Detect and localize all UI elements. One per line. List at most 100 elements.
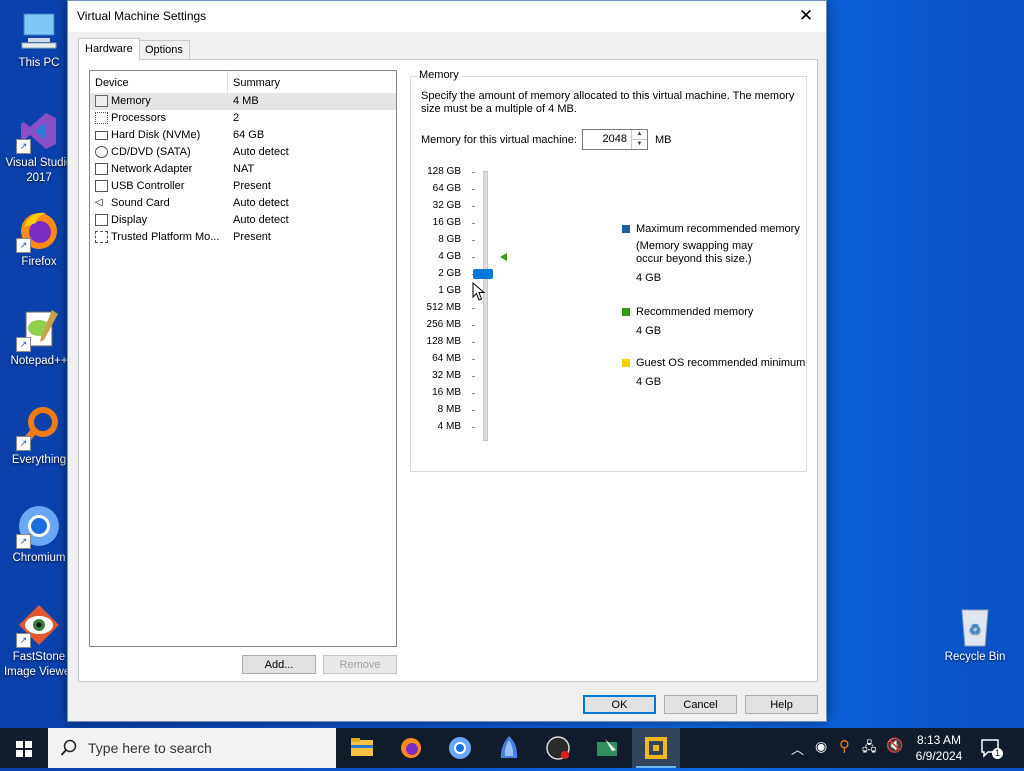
taskbar-visual-studio[interactable] [485,728,533,768]
memory-scale-tick [472,359,475,360]
tab-hardware[interactable]: Hardware [78,38,140,60]
taskbar-notepad[interactable] [583,728,631,768]
memory-scale-label: 8 GB [438,234,461,245]
device-row-sound-card[interactable]: ◁ Sound Card Auto detect [90,195,396,212]
legend-title: Recommended memory [636,306,754,318]
notification-count-badge: 1 [992,748,1003,759]
device-summary: NAT [233,163,255,175]
help-button[interactable]: Help [745,695,818,714]
firefox-icon: ↗ [16,207,62,253]
device-name: Trusted Platform Mo... [111,231,220,243]
file-explorer-icon [351,738,373,756]
notepad-icon [597,739,617,756]
visual-studio-icon [500,736,518,758]
taskbar-file-explorer[interactable] [338,728,386,768]
memory-input[interactable]: 2048 [603,133,627,145]
memory-field-label: Memory for this virtual machine: [421,134,577,146]
notepadpp-icon: ↗ [16,306,62,352]
memory-scale-tick [472,325,475,326]
device-name: Hard Disk (NVMe) [111,129,201,141]
vm-settings-window: Virtual Machine Settings ✕ Hardware Opti… [67,0,827,722]
memory-scale-label: 2 GB [438,268,461,279]
memory-scale-tick [472,308,475,309]
taskbar-clock[interactable]: 8:13 AM 6/9/2024 [908,732,970,764]
legend-color-swatch [622,225,630,233]
system-tray: ︿ ◉ ⚲ 🖧 🔇 [786,728,904,768]
action-center-button[interactable]: 1 [978,736,1008,760]
legend-color-swatch [622,359,630,367]
memory-scale-label: 512 MB [426,302,461,313]
spin-up-icon[interactable]: ▲ [631,130,647,140]
everything-tray-icon[interactable]: ⚲ [839,737,850,755]
taskbar-firefox[interactable] [387,728,435,768]
taskbar-search[interactable]: Type here to search [48,728,336,768]
mouse-cursor-icon [472,282,486,301]
memory-scale-label: 128 GB [427,166,461,177]
device-row-cd-dvd[interactable]: CD/DVD (SATA) Auto detect [90,144,396,161]
memory-group: Memory Specify the amount of memory allo… [410,69,807,472]
device-list[interactable]: Device Summary Memory 4 MB Processors 2 … [89,70,397,647]
remove-device-button[interactable]: Remove [323,655,397,674]
ok-button[interactable]: OK [583,695,656,714]
column-header-summary[interactable]: Summary [233,77,280,89]
memory-scale-label: 4 MB [437,421,461,432]
chromium-icon [449,737,471,759]
tab-options[interactable]: Options [138,40,190,59]
column-header-device[interactable]: Device [95,77,129,89]
network-icon[interactable]: 🖧 [862,738,877,760]
memory-group-title: Memory [417,69,461,81]
memory-scale-tick [472,376,475,377]
clock-time: 8:13 AM [916,733,962,747]
sound-card-icon: ◁ [95,197,108,209]
memory-scale-label: 4 GB [438,251,461,262]
device-name: USB Controller [111,180,185,192]
desktop-icon-recycle-bin[interactable]: ♻ Recycle Bin [936,602,1014,665]
device-row-network-adapter[interactable]: Network Adapter NAT [90,161,396,178]
legend-color-swatch [622,308,630,316]
device-list-header: Device Summary [90,71,396,95]
cancel-button[interactable]: Cancel [664,695,737,714]
close-icon[interactable]: ✕ [792,3,820,30]
memory-scale-tick [472,393,475,394]
device-row-display[interactable]: Display Auto detect [90,212,396,229]
speaker-muted-icon[interactable]: 🔇 [886,737,903,754]
memory-scale-tick [472,342,475,343]
vmware-icon [645,737,667,759]
device-summary: Present [233,180,271,192]
memory-scale-label: 128 MB [426,336,461,347]
visual-studio-icon: ↗ [16,108,62,154]
taskbar-vmware[interactable] [632,728,680,768]
start-button[interactable] [0,728,48,768]
device-row-memory[interactable]: Memory 4 MB [90,93,396,110]
device-row-processors[interactable]: Processors 2 [90,110,396,127]
device-summary: Auto detect [233,197,289,209]
chevron-up-icon[interactable]: ︿ [791,739,804,758]
spin-down-icon[interactable]: ▼ [631,140,647,149]
windows-logo-icon [16,741,32,757]
memory-icon [95,95,108,107]
memory-scale-tick [472,189,475,190]
device-row-tpm[interactable]: Trusted Platform Mo... Present [90,229,396,246]
memory-scale-label: 32 GB [432,200,461,211]
memory-slider-thumb[interactable] [473,269,493,279]
memory-scale-tick [472,240,475,241]
legend-value: 4 GB [636,376,662,388]
device-summary: 64 GB [233,129,265,141]
legend-value: 4 GB [636,325,662,337]
taskbar-obs[interactable] [534,728,582,768]
memory-spinbox[interactable]: 2048 ▲ ▼ [582,129,648,150]
add-device-button[interactable]: Add... [242,655,316,674]
taskbar-chromium[interactable] [436,728,484,768]
obs-tray-icon[interactable]: ◉ [815,738,827,755]
svg-text:♻: ♻ [969,622,982,638]
window-body: Hardware Options Device Summary Memory 4… [68,32,826,721]
memory-scale-tick [472,410,475,411]
title-bar[interactable]: Virtual Machine Settings ✕ [68,1,826,32]
memory-scale-label: 16 MB [432,387,461,398]
device-row-hard-disk[interactable]: Hard Disk (NVMe) 64 GB [90,127,396,144]
memory-scale-label: 64 GB [432,183,461,194]
device-row-usb-controller[interactable]: USB Controller Present [90,178,396,195]
firefox-icon [401,738,421,758]
memory-slider-track[interactable] [483,171,488,441]
legend-title: Guest OS recommended minimum [636,357,806,369]
